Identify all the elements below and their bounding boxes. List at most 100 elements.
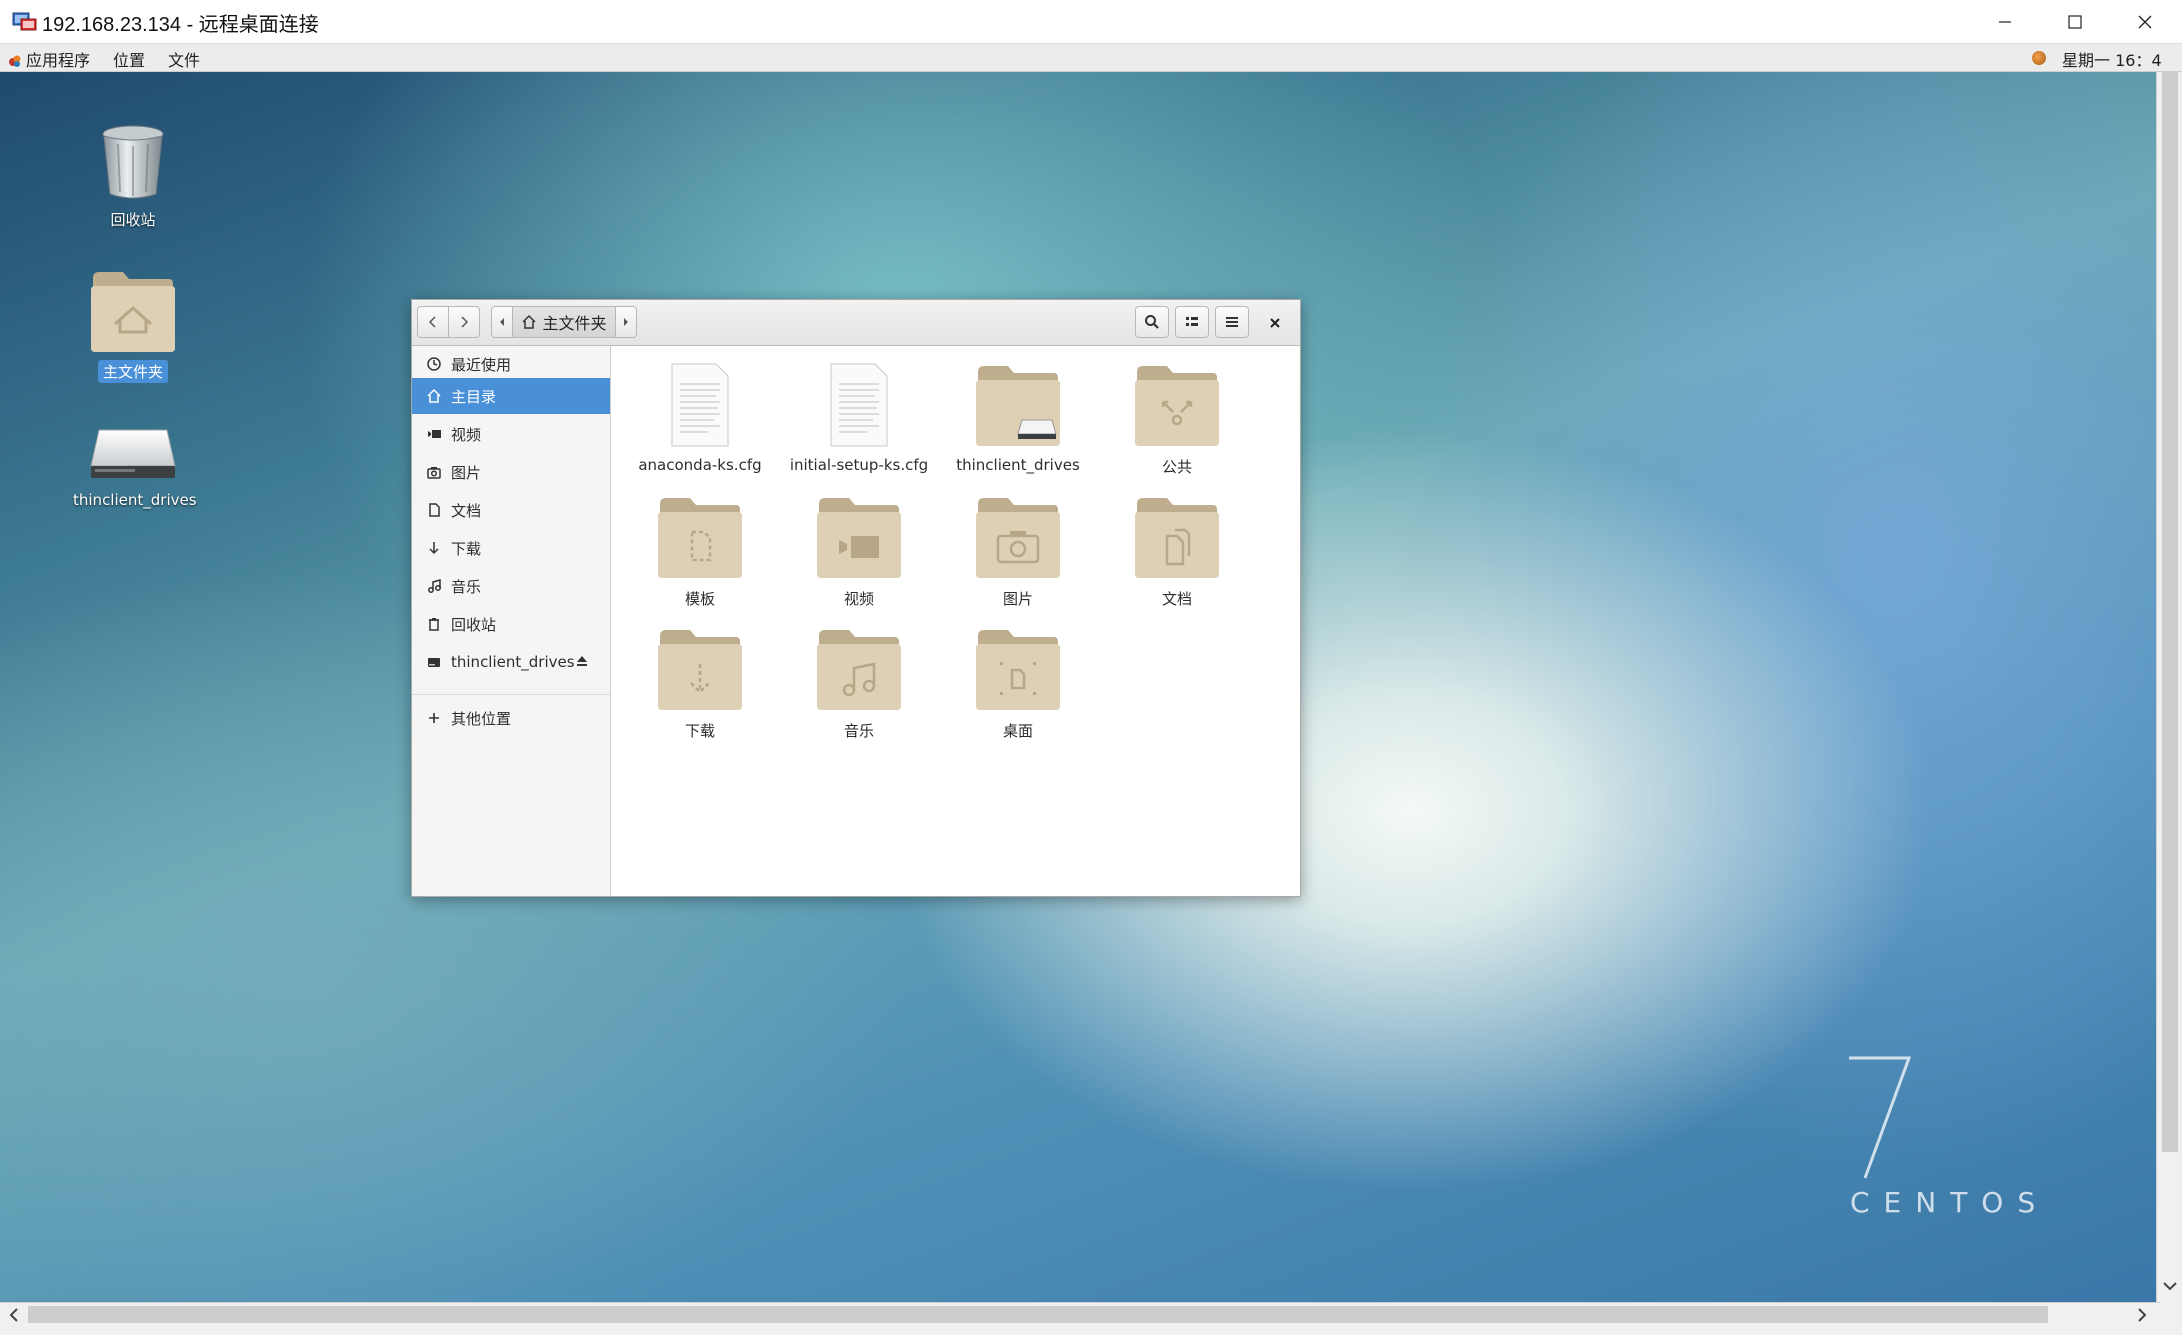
gnome-top-panel: 应用程序 位置 文件 星期一 16：4 <box>0 44 2182 106</box>
clock[interactable]: 星期一 16：4 <box>2062 47 2162 71</box>
scroll-right-arrow-icon[interactable] <box>2132 1305 2152 1325</box>
trash-icon <box>102 125 164 199</box>
home-icon <box>522 314 537 329</box>
file-name: 模板 <box>684 590 715 608</box>
camera-icon <box>427 467 441 479</box>
eject-icon[interactable] <box>575 654 589 668</box>
close-icon <box>2138 15 2152 29</box>
file-name: 桌面 <box>1002 722 1033 740</box>
video-icon <box>428 430 441 438</box>
menu-icon <box>1226 317 1238 327</box>
sidebar-item-documents[interactable]: 文档 <box>412 492 610 528</box>
headerbar: 主文件夹 <box>412 300 1300 346</box>
clock-icon <box>427 357 441 371</box>
file-name: 下载 <box>684 722 715 740</box>
folder-item[interactable]: 模板 <box>625 494 775 609</box>
maximize-button[interactable] <box>2040 0 2110 44</box>
folder-item[interactable]: 桌面 <box>943 626 1093 741</box>
home-folder-icon <box>91 272 175 352</box>
file-name: 公共 <box>1161 458 1192 476</box>
path-scroll-right-button[interactable] <box>615 306 637 338</box>
desktop-icon-home[interactable]: 主文件夹 <box>68 268 198 383</box>
plus-icon <box>429 713 439 723</box>
pictures-folder-icon <box>976 498 1060 578</box>
applications-menu[interactable]: 应用程序 <box>8 47 90 71</box>
public-share-folder-icon <box>1135 366 1219 446</box>
folder-item[interactable]: 音乐 <box>784 626 934 741</box>
file-name: initial-setup-ks.cfg <box>789 456 929 474</box>
text-file-icon <box>830 363 888 447</box>
close-window-button[interactable] <box>2110 0 2180 44</box>
desktop-icon-thinclient[interactable]: thinclient_drives <box>68 424 198 510</box>
sidebar-item-label: 文档 <box>451 501 482 520</box>
close-button[interactable] <box>1262 310 1288 336</box>
hamburger-menu-button[interactable] <box>1215 306 1249 338</box>
file-name: 文档 <box>1161 590 1192 608</box>
sidebar-item-trash[interactable]: 回收站 <box>412 606 610 642</box>
folder-item[interactable]: 公共 <box>1102 362 1252 477</box>
desktop-icon-trash[interactable]: 回收站 <box>68 122 198 231</box>
folder-item[interactable]: 下载 <box>625 626 775 741</box>
sidebar-item-label: 图片 <box>451 463 482 482</box>
sidebar-item-other-locations[interactable]: 其他位置 <box>412 700 610 736</box>
search-button[interactable] <box>1135 306 1169 338</box>
text-file-icon <box>671 363 729 447</box>
download-icon <box>429 542 439 555</box>
file-name: thinclient_drives <box>956 456 1080 474</box>
sidebar-item-label: 视频 <box>451 425 482 444</box>
triangle-right-icon <box>624 318 628 326</box>
sidebar-item-downloads[interactable]: 下载 <box>412 530 610 566</box>
rdp-titlebar: 192.168.23.134 - 远程桌面连接 <box>0 0 2182 44</box>
sidebar-item-thinclient-drives[interactable]: thinclient_drives <box>412 644 610 680</box>
sidebar-item-videos[interactable]: 视频 <box>412 416 610 452</box>
sidebar-item-music[interactable]: 音乐 <box>412 568 610 604</box>
path-scroll-left-button[interactable] <box>491 306 513 338</box>
path-bar-home-button[interactable]: 主文件夹 <box>512 306 616 338</box>
file-item[interactable]: initial-setup-ks.cfg <box>784 362 934 474</box>
horizontal-scrollbar-thumb[interactable] <box>28 1306 2048 1323</box>
maximize-icon <box>2068 15 2082 29</box>
sidebar-item-pictures[interactable]: 图片 <box>412 454 610 490</box>
document-icon <box>429 503 440 517</box>
places-menu[interactable]: 位置 <box>113 47 145 71</box>
sidebar-item-label: 音乐 <box>451 577 482 596</box>
horizontal-scrollbar[interactable] <box>0 1302 2160 1326</box>
file-manager-window: 主文件夹 最近使用 主目录 视频 图片 文档 下载 音乐 回收站 thincli… <box>411 299 1301 897</box>
file-item[interactable]: anaconda-ks.cfg <box>625 362 775 474</box>
close-icon <box>1270 318 1280 328</box>
remote-desktop-icon <box>12 12 37 31</box>
folder-item[interactable]: 图片 <box>943 494 1093 609</box>
music-icon <box>428 579 441 593</box>
centos-7-logo <box>1849 1056 1912 1179</box>
sidebar-item-label: 其他位置 <box>451 709 512 728</box>
scroll-left-arrow-icon[interactable] <box>4 1305 24 1325</box>
minimize-icon <box>1999 21 2011 23</box>
list-view-icon <box>1186 317 1198 326</box>
scroll-down-arrow-icon[interactable] <box>2160 1276 2180 1296</box>
tray-status-icon[interactable] <box>2032 51 2046 65</box>
music-folder-icon <box>817 630 901 710</box>
templates-folder-icon <box>658 498 742 578</box>
vertical-scrollbar[interactable] <box>2156 72 2182 1302</box>
sidebar-item-home[interactable]: 主目录 <box>412 378 610 414</box>
minimize-button[interactable] <box>1970 0 2040 44</box>
file-menu[interactable]: 文件 <box>168 47 200 71</box>
folder-item[interactable]: 文档 <box>1102 494 1252 609</box>
vertical-scrollbar-thumb[interactable] <box>2162 72 2178 1152</box>
folder-item[interactable]: thinclient_drives <box>943 362 1093 474</box>
file-grid: anaconda-ks.cfg initial-setup-ks.cfg thi… <box>611 346 1300 896</box>
desktop-icon-label: 主文件夹 <box>97 360 168 383</box>
places-sidebar: 最近使用 主目录 视频 图片 文档 下载 音乐 回收站 thinclient_d… <box>412 346 611 896</box>
forward-button[interactable] <box>448 306 480 338</box>
back-button[interactable] <box>417 306 449 338</box>
sidebar-item-label: 回收站 <box>451 615 497 634</box>
path-bar-label: 主文件夹 <box>542 314 607 333</box>
search-icon <box>1145 315 1159 329</box>
sidebar-item-recent[interactable]: 最近使用 <box>412 346 610 382</box>
documents-folder-icon <box>1135 498 1219 578</box>
folder-item[interactable]: 视频 <box>784 494 934 609</box>
view-mode-button[interactable] <box>1175 306 1209 338</box>
file-name: 图片 <box>1002 590 1033 608</box>
sidebar-separator <box>412 694 610 695</box>
chevron-left-icon <box>428 316 436 328</box>
